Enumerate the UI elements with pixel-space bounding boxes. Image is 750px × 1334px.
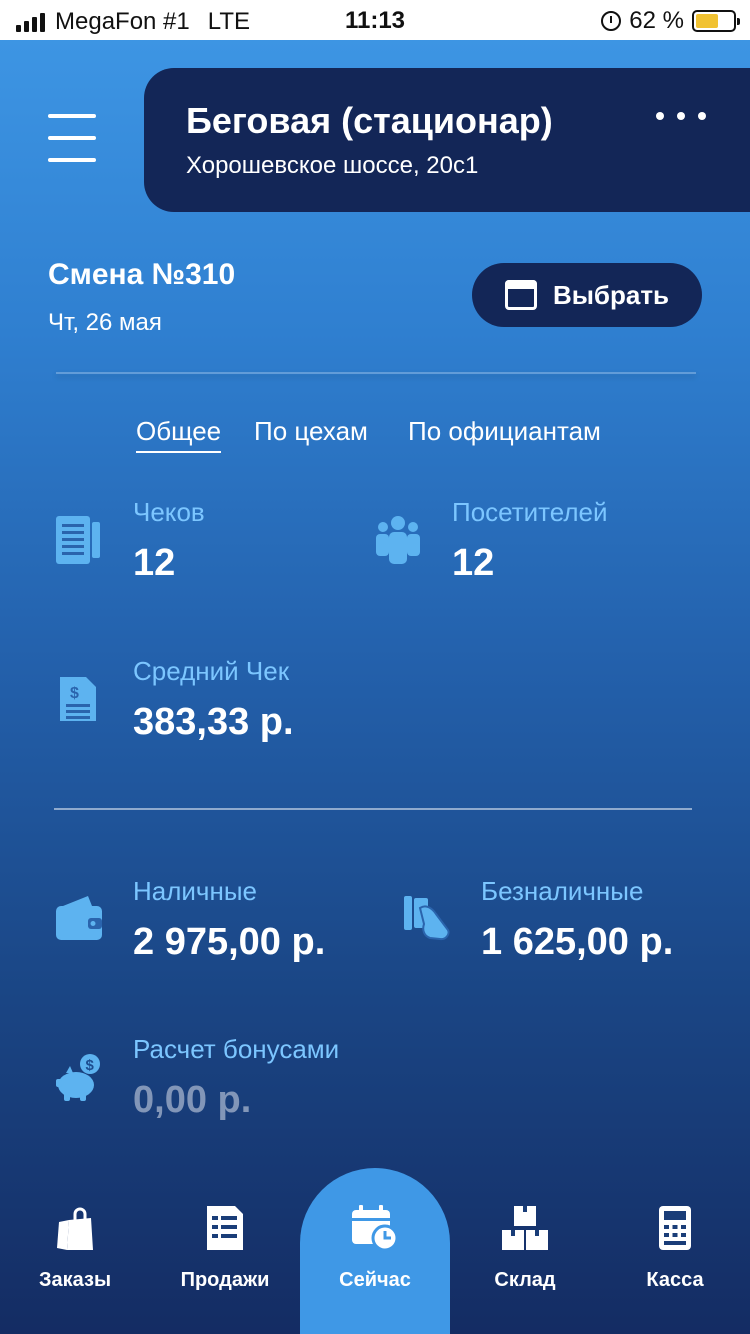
stat-visitors: Посетителей 12 <box>452 497 608 585</box>
nav-cashier[interactable]: Касса <box>600 1168 750 1334</box>
card-payment-icon <box>404 896 450 941</box>
nav-orders[interactable]: Заказы <box>0 1168 150 1334</box>
calendar-clock-icon <box>352 1205 399 1252</box>
stat-cashless-label: Безналичные <box>481 876 644 906</box>
status-bar: MegaFon #1 LTE 11:13 62 % <box>0 0 750 40</box>
tab-general[interactable]: Общее <box>136 416 222 453</box>
stat-cash-value: 2 975,00 р. <box>133 921 326 963</box>
receipt-icon <box>207 1206 243 1250</box>
stat-average-check-value: 383,33 р. <box>133 701 294 743</box>
stat-cash: Наличные 2 975,00 р. <box>133 876 325 964</box>
venue-title: Беговая (стационар) <box>186 100 553 141</box>
stat-bonus-label: Расчет бонусами <box>133 1034 340 1064</box>
venue-address: Хорошевское шоссе, 20с1 <box>186 152 479 179</box>
stat-average-check: Средний Чек 383,33 р. <box>133 656 294 744</box>
nav-orders-label: Заказы <box>38 1269 112 1291</box>
nav-cashier-label: Касса <box>646 1269 704 1291</box>
boxes-icon <box>502 1206 548 1250</box>
stat-cash-label: Наличные <box>133 876 257 906</box>
nav-warehouse-label: Склад <box>494 1269 556 1291</box>
stat-checks: Чеков 12 <box>133 497 205 585</box>
battery-fill <box>696 14 719 28</box>
people-icon <box>376 516 420 564</box>
tab-by-workshops[interactable]: По цехам <box>254 416 368 447</box>
bottom-navigation: Заказы Продажи Сейчас Склад Касса <box>0 1168 750 1334</box>
more-options-button[interactable] <box>656 112 706 120</box>
shopping-bag-icon <box>57 1207 93 1250</box>
calendar-icon <box>504 280 537 310</box>
stat-checks-label: Чеков <box>133 497 205 527</box>
cash-register-icon <box>659 1206 691 1250</box>
stat-cashless-value: 1 625,00 р. <box>481 921 674 963</box>
choose-shift-button[interactable]: Выбрать <box>472 263 702 327</box>
stat-bonus-value: 0,00 р. <box>133 1079 252 1121</box>
status-right: 62 % <box>601 7 740 35</box>
stat-bonus: Расчет бонусами 0,00 р. <box>133 1034 339 1122</box>
alarm-icon <box>601 11 622 31</box>
piggy-bank-icon: $ <box>56 1054 100 1101</box>
shift-date: Чт, 26 мая <box>48 309 162 336</box>
tab-by-waiters[interactable]: По официантам <box>408 416 601 447</box>
invoice-dollar-icon: $ <box>60 677 96 721</box>
wallet-icon <box>56 896 102 940</box>
menu-button[interactable] <box>48 112 96 166</box>
nav-now[interactable]: Сейчас <box>300 1168 450 1334</box>
receipt-icon <box>56 516 100 564</box>
divider <box>56 372 696 374</box>
nav-warehouse[interactable]: Склад <box>450 1168 600 1334</box>
choose-shift-label: Выбрать <box>552 279 670 310</box>
stat-cashless: Безналичные 1 625,00 р. <box>481 876 673 964</box>
battery-icon <box>692 10 740 32</box>
stat-visitors-value: 12 <box>452 542 495 584</box>
battery-percent: 62 % <box>629 7 684 34</box>
svg-text:$: $ <box>86 1057 95 1074</box>
nav-sales[interactable]: Продажи <box>150 1168 300 1334</box>
nav-now-label: Сейчас <box>339 1269 411 1291</box>
shift-title: Смена №310 <box>48 258 236 291</box>
nav-sales-label: Продажи <box>180 1269 270 1291</box>
divider <box>54 808 692 810</box>
stat-average-check-label: Средний Чек <box>133 656 290 686</box>
svg-text:$: $ <box>70 685 79 702</box>
venue-header-card[interactable]: Беговая (стационар) Хорошевское шоссе, 2… <box>144 68 750 212</box>
stat-checks-value: 12 <box>133 542 176 584</box>
stat-visitors-label: Посетителей <box>452 497 608 527</box>
